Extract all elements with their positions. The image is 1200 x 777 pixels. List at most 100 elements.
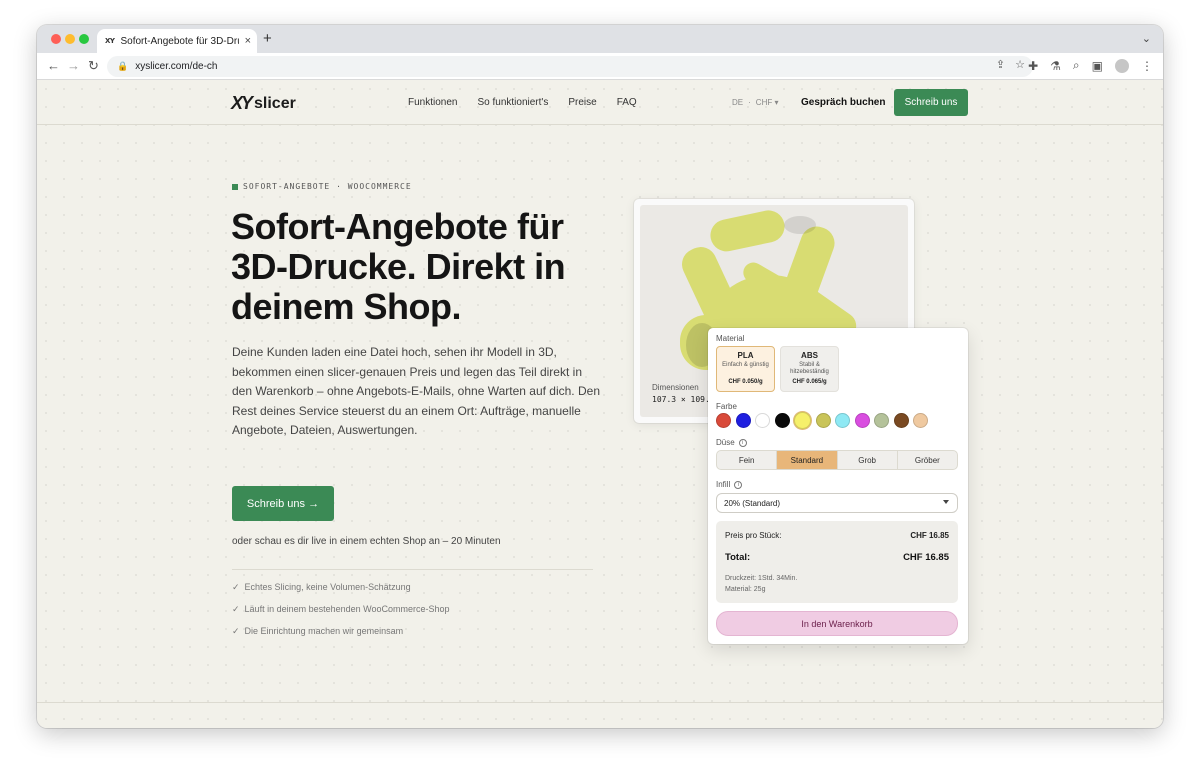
back-icon[interactable]: ← xyxy=(47,58,60,74)
add-to-cart-button[interactable]: In den Warenkorb xyxy=(716,611,958,636)
browser-window: XY Sofort-Angebote für 3D-Drucke × + ⌄ ←… xyxy=(37,25,1163,728)
hero-cta-button[interactable]: Schreib uns → xyxy=(232,486,334,521)
new-tab-icon[interactable]: + xyxy=(263,31,272,47)
close-tab-icon[interactable]: × xyxy=(245,35,251,47)
infill-select[interactable]: 20% (Standard) xyxy=(716,493,958,513)
maximize-window-button[interactable] xyxy=(79,34,89,44)
info-icon[interactable]: i xyxy=(738,438,747,447)
site-header: XY slicer Funktionen So funktioniert's P… xyxy=(37,80,1163,125)
color-swatch[interactable] xyxy=(874,413,889,428)
total-row: Total: CHF 16.85 xyxy=(725,552,949,563)
material-option-abs[interactable]: ABS Stabil & hitzebeständig CHF 0.065/g xyxy=(780,346,839,392)
reload-icon[interactable]: ↻ xyxy=(88,58,99,74)
share-icon[interactable]: ⇪ xyxy=(996,58,1005,71)
color-swatch[interactable] xyxy=(854,413,870,428)
tab-title: Sofort-Angebote für 3D-Drucke xyxy=(120,35,238,47)
price-per-piece-row: Preis pro Stück: CHF 16.85 xyxy=(725,531,949,540)
infill-label: Infill xyxy=(716,480,731,489)
print-time: Druckzeit: 1Std. 34Min. xyxy=(725,575,798,582)
total-label: Total: xyxy=(725,552,751,563)
search-icon[interactable]: ⌕ xyxy=(1073,58,1080,73)
color-swatch[interactable] xyxy=(794,412,811,429)
infill-label-row: Infill i xyxy=(716,480,743,489)
extensions-icon[interactable]: ✚ xyxy=(1028,59,1038,73)
close-window-button[interactable] xyxy=(51,34,61,44)
tab-search-icon[interactable]: ⌄ xyxy=(1142,32,1151,45)
dimensions-label: Dimensionen xyxy=(652,383,699,392)
nav-link-faq[interactable]: FAQ xyxy=(617,97,637,108)
material-desc: Einfach & günstig xyxy=(722,362,769,368)
language-toggle[interactable]: DE xyxy=(732,98,743,107)
color-swatch[interactable] xyxy=(774,413,790,428)
section-divider xyxy=(37,702,1163,703)
eyebrow-square-icon xyxy=(232,183,238,190)
check-icon: ✓ xyxy=(232,626,240,636)
quote-configurator: Material PLA Einfach & günstig CHF 0.050… xyxy=(708,328,968,644)
web-page: XY slicer Funktionen So funktioniert's P… xyxy=(37,80,1163,728)
material-label: Material xyxy=(716,334,745,343)
price-per-piece-value: CHF 16.85 xyxy=(910,531,949,540)
minimize-window-button[interactable] xyxy=(65,34,75,44)
material-option-pla[interactable]: PLA Einfach & günstig CHF 0.050/g xyxy=(716,346,775,392)
material-amount: Material: 25g xyxy=(725,586,766,593)
color-swatch[interactable] xyxy=(815,413,831,428)
tab-strip: XY Sofort-Angebote für 3D-Drucke × + ⌄ xyxy=(37,25,1163,53)
hero-subcta-link[interactable]: oder schau es dir live in einem echten S… xyxy=(232,536,501,547)
hero-title: Sofort-Angebote für 3D-Drucke. Direkt in… xyxy=(231,206,566,327)
color-swatch[interactable] xyxy=(913,413,928,428)
check-icon: ✓ xyxy=(232,604,240,614)
chevron-down-icon xyxy=(943,500,949,504)
material-price: CHF 0.050/g xyxy=(728,379,763,385)
feature-checklist: ✓ Echtes Slicing, keine Volumen-Schätzung… xyxy=(232,582,450,637)
hero-divider xyxy=(232,569,593,570)
locale-switcher: DE · CHF ▾ xyxy=(732,98,778,107)
locale-separator: · xyxy=(748,98,751,107)
color-swatch[interactable] xyxy=(755,413,770,428)
logo-mark: XY xyxy=(231,93,253,113)
favicon-icon: XY xyxy=(105,37,115,45)
nav-link-how-it-works[interactable]: So funktioniert's xyxy=(477,97,548,108)
site-logo[interactable]: XY slicer xyxy=(231,93,296,114)
menu-icon[interactable]: ⋮ xyxy=(1141,59,1153,73)
url-text: xyslicer.com/de-ch xyxy=(135,61,218,72)
material-name: ABS xyxy=(801,351,818,360)
material-price: CHF 0.065/g xyxy=(792,379,827,385)
nozzle-label: Düse xyxy=(716,438,735,447)
color-swatch[interactable] xyxy=(893,413,909,428)
browser-toolbar: ← → ↻ 🔒 xyslicer.com/de-ch ⇪ ☆ ✚ ⚗ ⌕ ▣ ⋮ xyxy=(37,53,1163,80)
book-call-link[interactable]: Gespräch buchen xyxy=(801,97,885,108)
checklist-item: ✓ Läuft in deinem bestehenden WooCommerce… xyxy=(232,604,450,614)
nozzle-option-fine[interactable]: Fein xyxy=(717,451,778,469)
address-bar[interactable]: 🔒 xyslicer.com/de-ch ⇪ ☆ xyxy=(107,56,1033,77)
hero-description: Deine Kunden laden eine Datei hoch, sehe… xyxy=(232,345,600,437)
infill-value: 20% (Standard) xyxy=(724,498,781,508)
currency-dropdown[interactable]: CHF ▾ xyxy=(756,98,779,107)
total-value: CHF 16.85 xyxy=(903,552,949,563)
color-swatch[interactable] xyxy=(835,413,850,428)
price-summary: Preis pro Stück: CHF 16.85 Total: CHF 16… xyxy=(716,521,958,603)
color-swatch[interactable] xyxy=(735,413,751,428)
lock-icon[interactable]: 🔒 xyxy=(117,61,128,72)
forward-icon[interactable]: → xyxy=(67,58,80,74)
material-desc: Stabil & hitzebeständig xyxy=(790,362,829,375)
checklist-item: ✓ Echtes Slicing, keine Volumen-Schätzung xyxy=(232,582,411,592)
nav-link-pricing[interactable]: Preise xyxy=(568,97,596,108)
color-swatch[interactable] xyxy=(716,413,731,428)
nav-link-features[interactable]: Funktionen xyxy=(408,97,457,108)
sidepanel-icon[interactable]: ▣ xyxy=(1092,59,1103,73)
nozzle-option-coarser[interactable]: Gröber xyxy=(898,451,957,469)
browser-tab[interactable]: XY Sofort-Angebote für 3D-Drucke × xyxy=(97,29,257,53)
price-per-piece-label: Preis pro Stück: xyxy=(725,531,782,540)
profile-icon[interactable] xyxy=(1115,58,1129,73)
star-icon[interactable]: ☆ xyxy=(1015,58,1025,71)
nozzle-option-coarse[interactable]: Grob xyxy=(838,451,898,469)
info-icon[interactable]: i xyxy=(734,480,743,489)
color-label: Farbe xyxy=(716,402,737,411)
material-name: PLA xyxy=(737,351,754,360)
labs-icon[interactable]: ⚗ xyxy=(1050,59,1061,73)
logo-text: slicer xyxy=(254,94,296,112)
check-icon: ✓ xyxy=(232,582,240,592)
nozzle-option-standard[interactable]: Standard xyxy=(777,451,838,469)
hero-eyebrow: SOFORT-ANGEBOTE · WOOCOMMERCE xyxy=(232,182,412,191)
write-us-button[interactable]: Schreib uns xyxy=(894,89,968,116)
